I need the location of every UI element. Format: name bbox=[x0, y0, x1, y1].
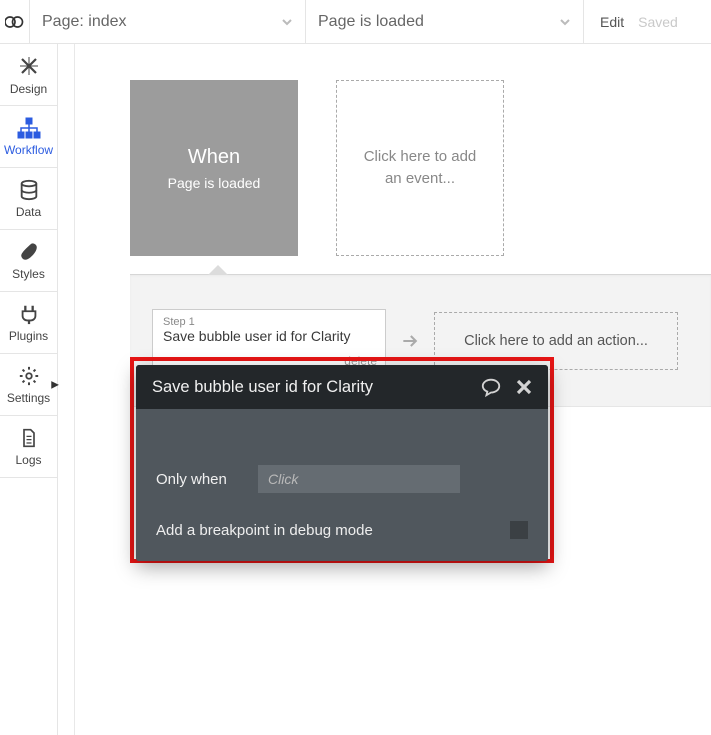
only-when-row: Only when bbox=[156, 465, 528, 493]
edit-label[interactable]: Edit bbox=[600, 14, 624, 30]
sidebar-item-label: Plugins bbox=[9, 329, 48, 343]
events-row: When Page is loaded Click here to add an… bbox=[130, 80, 711, 256]
property-editor-panel: Save bubble user id for Clarity Only whe… bbox=[136, 365, 548, 561]
bubble-logo-icon bbox=[5, 12, 25, 32]
step-title: Save bubble user id for Clarity bbox=[163, 328, 375, 344]
add-event-label: Click here to add an event... bbox=[355, 146, 485, 191]
panel-body: Only when Add a breakpoint in debug mode bbox=[136, 409, 548, 561]
plug-icon bbox=[18, 303, 40, 325]
paint-brush-icon bbox=[18, 241, 40, 263]
sidebar-item-design[interactable]: Design bbox=[0, 44, 57, 106]
breakpoint-checkbox[interactable] bbox=[510, 521, 528, 539]
only-when-label: Only when bbox=[156, 471, 240, 488]
sidebar-item-label: Workflow bbox=[4, 143, 53, 157]
close-icon[interactable] bbox=[516, 379, 532, 395]
event-dropdown-label: Page is loaded bbox=[318, 13, 424, 31]
logo bbox=[0, 0, 30, 43]
workflow-icon bbox=[17, 117, 41, 139]
comment-icon[interactable] bbox=[480, 376, 502, 398]
event-dropdown[interactable]: Page is loaded bbox=[306, 0, 584, 43]
breakpoint-row: Add a breakpoint in debug mode bbox=[156, 521, 528, 539]
sidebar-item-logs[interactable]: Logs bbox=[0, 416, 57, 478]
sidebar-item-plugins[interactable]: Plugins bbox=[0, 292, 57, 354]
sidebar-item-label: Styles bbox=[12, 267, 45, 281]
event-when-label: When bbox=[188, 146, 240, 169]
document-icon bbox=[19, 427, 39, 449]
panel-title: Save bubble user id for Clarity bbox=[152, 378, 466, 397]
sidebar-item-label: Logs bbox=[15, 453, 41, 467]
sidebar: Design Workflow Data Styles bbox=[0, 44, 58, 735]
sidebar-item-workflow[interactable]: Workflow bbox=[0, 106, 57, 168]
design-icon bbox=[17, 54, 41, 78]
page-dropdown-label: Page: index bbox=[42, 13, 127, 31]
sidebar-item-label: Data bbox=[16, 205, 41, 219]
top-bar: Page: index Page is loaded Edit Saved bbox=[0, 0, 711, 44]
arrow-right-icon bbox=[400, 331, 420, 351]
gear-icon bbox=[18, 365, 40, 387]
only-when-input[interactable] bbox=[258, 465, 460, 493]
chevron-down-icon bbox=[281, 16, 293, 28]
saved-label: Saved bbox=[638, 14, 678, 30]
breakpoint-label: Add a breakpoint in debug mode bbox=[156, 522, 373, 539]
sidebar-item-data[interactable]: Data bbox=[0, 168, 57, 230]
page-dropdown[interactable]: Page: index bbox=[30, 0, 306, 43]
event-card-page-loaded[interactable]: When Page is loaded bbox=[130, 80, 298, 256]
step-number-label: Step 1 bbox=[163, 316, 375, 328]
panel-header[interactable]: Save bubble user id for Clarity bbox=[136, 365, 548, 409]
sidebar-item-styles[interactable]: Styles bbox=[0, 230, 57, 292]
add-action-label: Click here to add an action... bbox=[464, 333, 648, 349]
edit-status: Edit Saved bbox=[584, 0, 694, 43]
add-event-box[interactable]: Click here to add an event... bbox=[336, 80, 504, 256]
database-icon bbox=[18, 179, 40, 201]
sidebar-item-settings[interactable]: Settings ▶ bbox=[0, 354, 57, 416]
guideline bbox=[74, 44, 75, 735]
sidebar-item-label: Design bbox=[10, 82, 47, 96]
chevron-down-icon bbox=[559, 16, 571, 28]
event-description: Page is loaded bbox=[168, 175, 261, 191]
sidebar-item-label: Settings bbox=[7, 391, 50, 405]
